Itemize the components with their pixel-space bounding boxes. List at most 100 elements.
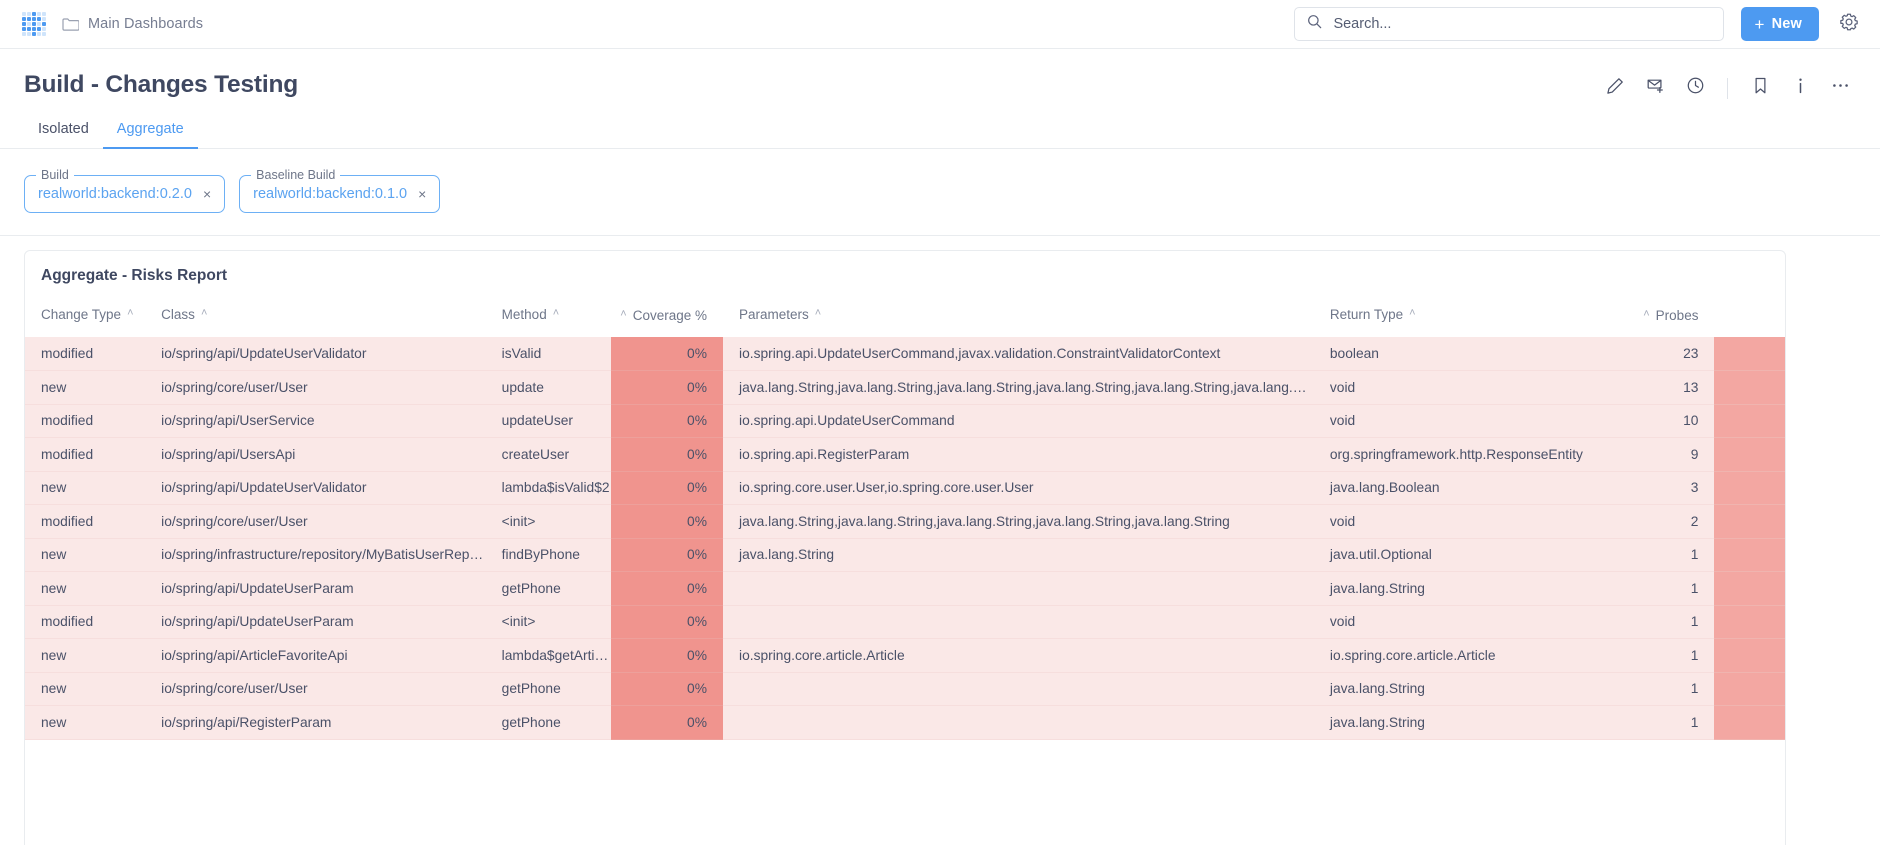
sort-caret-icon[interactable]: ˄ <box>1643 309 1649 320</box>
bookmark-icon <box>1751 76 1770 100</box>
logo-dot <box>27 17 31 21</box>
cell-method: <init> <box>485 504 611 539</box>
filter-chip-remove-icon[interactable]: × <box>418 187 426 201</box>
table-row[interactable]: new io/spring/core/user/User update 0% java.… <box>25 370 1785 405</box>
sort-caret-icon[interactable]: ˄ <box>201 308 207 319</box>
column-header-change-type[interactable]: Change Type ˄ <box>25 300 145 337</box>
search-box[interactable] <box>1294 7 1725 41</box>
column-header-parameters[interactable]: Parameters ˄ <box>723 300 1314 337</box>
cell-probes: 3 <box>1604 471 1715 505</box>
cell-method: isValid <box>485 337 611 371</box>
cell-return-type: java.lang.String <box>1313 705 1605 740</box>
cell-return-type: void <box>1313 370 1605 405</box>
sort-caret-icon[interactable]: ˄ <box>553 308 559 319</box>
sort-caret-icon[interactable]: ˄ <box>1409 308 1415 319</box>
cell-covered <box>1714 605 1785 639</box>
gear-icon <box>1839 12 1859 37</box>
cell-covered <box>1714 538 1785 572</box>
cell-return-type: java.lang.String <box>1313 571 1605 606</box>
table-row[interactable]: modified io/spring/api/UserService updateU… <box>25 404 1785 438</box>
cell-covered <box>1714 370 1785 405</box>
cell-class: io/spring/api/RegisterParam <box>145 705 486 740</box>
cell-change-type: new <box>25 705 146 740</box>
cell-return-type: void <box>1313 404 1605 438</box>
column-header-method[interactable]: Method ˄ <box>486 300 611 337</box>
table-header: Change Type ˄ Class ˄ Method ˄ ˄ Coverage % Para… <box>25 300 1785 337</box>
cell-class: io/spring/infrastructure/repository/MyBa… <box>145 538 486 572</box>
table-row[interactable]: modified io/spring/api/UpdateUserParam <in… <box>25 605 1785 639</box>
column-header-label: Probes <box>1655 308 1699 323</box>
cell-parameters: io.spring.api.UpdateUserCommand <box>723 404 1314 438</box>
breadcrumb[interactable]: Main Dashboards <box>62 16 203 32</box>
cell-change-type: new <box>25 538 146 572</box>
table-row[interactable]: new io/spring/core/user/User getPhone 0% jav… <box>25 672 1785 706</box>
column-header-coverage[interactable]: ˄ Coverage % <box>611 300 723 337</box>
filter-chip-baseline-build[interactable]: Baseline Build realworld:backend:0.1.0 × <box>239 168 441 213</box>
column-header-inner: Change Type ˄ <box>41 307 134 322</box>
tab-isolated[interactable]: Isolated <box>24 121 103 149</box>
sort-caret-icon[interactable]: ˄ <box>815 308 821 319</box>
edit-dashboard-button[interactable] <box>1595 71 1635 105</box>
cell-return-type: org.springframework.http.ResponseEntity <box>1313 437 1605 472</box>
table-row[interactable]: new io/spring/api/RegisterParam getPhone 0%… <box>25 705 1785 740</box>
history-button[interactable] <box>1675 71 1715 105</box>
subscribe-button[interactable] <box>1635 71 1675 105</box>
new-button-label: New <box>1771 16 1802 32</box>
cell-parameters: java.lang.String,java.lang.String,java.l… <box>723 370 1314 405</box>
table-row[interactable]: new io/spring/api/UpdateUserValidator lamb… <box>25 471 1785 505</box>
column-header-inner: ˄ Coverage % <box>620 308 707 323</box>
table-row[interactable]: modified io/spring/core/user/User <init> 0%… <box>25 504 1785 539</box>
table-row[interactable]: new io/spring/api/ArticleFavoriteApi lambd… <box>25 638 1785 673</box>
cell-parameters: io.spring.core.user.User,io.spring.core.… <box>723 471 1314 505</box>
search-input[interactable] <box>1333 16 1712 32</box>
drill4j-dot-logo[interactable] <box>22 12 46 36</box>
tab-aggregate[interactable]: Aggregate <box>102 121 198 149</box>
more-options-button[interactable] <box>1820 71 1860 105</box>
cell-method: createUser <box>485 437 611 472</box>
filter-chip-remove-icon[interactable]: × <box>203 187 211 201</box>
sort-caret-icon[interactable]: ˄ <box>620 309 626 320</box>
logo-dot <box>37 12 41 16</box>
cell-probes: 1 <box>1604 571 1715 606</box>
logo-dot <box>37 22 41 26</box>
column-header-label: Parameters <box>739 307 809 322</box>
table-row[interactable]: new io/spring/infrastructure/repository/M… <box>25 538 1785 572</box>
cell-parameters: java.lang.String <box>723 538 1314 572</box>
filter-chip-legend: Build <box>36 168 74 182</box>
logo-dot <box>22 17 26 21</box>
new-button[interactable]: + New <box>1741 7 1819 41</box>
column-header-class[interactable]: Class ˄ <box>145 300 486 337</box>
tab-bar: Isolated Aggregate <box>0 120 1880 149</box>
column-header-label: Class <box>161 307 195 322</box>
bookmark-button[interactable] <box>1740 71 1780 105</box>
table-row[interactable]: new io/spring/api/UpdateUserParam getPhone… <box>25 571 1785 606</box>
column-header-covered[interactable]: ˄Covered <box>1714 300 1785 337</box>
cell-change-type: modified <box>25 504 146 539</box>
column-header-return-type[interactable]: Return Type ˄ <box>1314 300 1604 337</box>
info-button[interactable] <box>1780 71 1820 105</box>
cell-covered <box>1714 504 1785 539</box>
cell-covered <box>1714 672 1785 706</box>
cell-method: updateUser <box>485 404 611 438</box>
filter-chip-build[interactable]: Build realworld:backend:0.2.0 × <box>24 168 226 213</box>
cell-return-type: io.spring.core.article.Article <box>1313 638 1605 673</box>
sort-caret-icon[interactable]: ˄ <box>127 308 133 319</box>
page-title: Build - Changes Testing <box>24 71 298 98</box>
cell-covered <box>1714 437 1785 472</box>
cell-probes: 2 <box>1604 504 1715 539</box>
cell-coverage: 0% <box>610 504 723 539</box>
settings-gear-button[interactable] <box>1836 11 1862 37</box>
cell-method: <init> <box>485 605 611 639</box>
report-title: Aggregate - Risks Report <box>41 267 228 284</box>
cell-method: getPhone <box>485 705 611 740</box>
cell-change-type: modified <box>25 437 146 472</box>
column-header-probes[interactable]: ˄ Probes <box>1604 300 1714 337</box>
logo-dot <box>27 22 31 26</box>
logo-dot <box>27 12 31 16</box>
cell-class: io/spring/api/UpdateUserValidator <box>145 471 486 505</box>
table-row[interactable]: modified io/spring/api/UpdateUserValidato… <box>25 337 1785 371</box>
info-icon <box>1791 76 1810 100</box>
logo-dot <box>37 17 41 21</box>
logo-dot <box>42 22 46 26</box>
table-row[interactable]: modified io/spring/api/UsersApi createUser… <box>25 437 1785 472</box>
